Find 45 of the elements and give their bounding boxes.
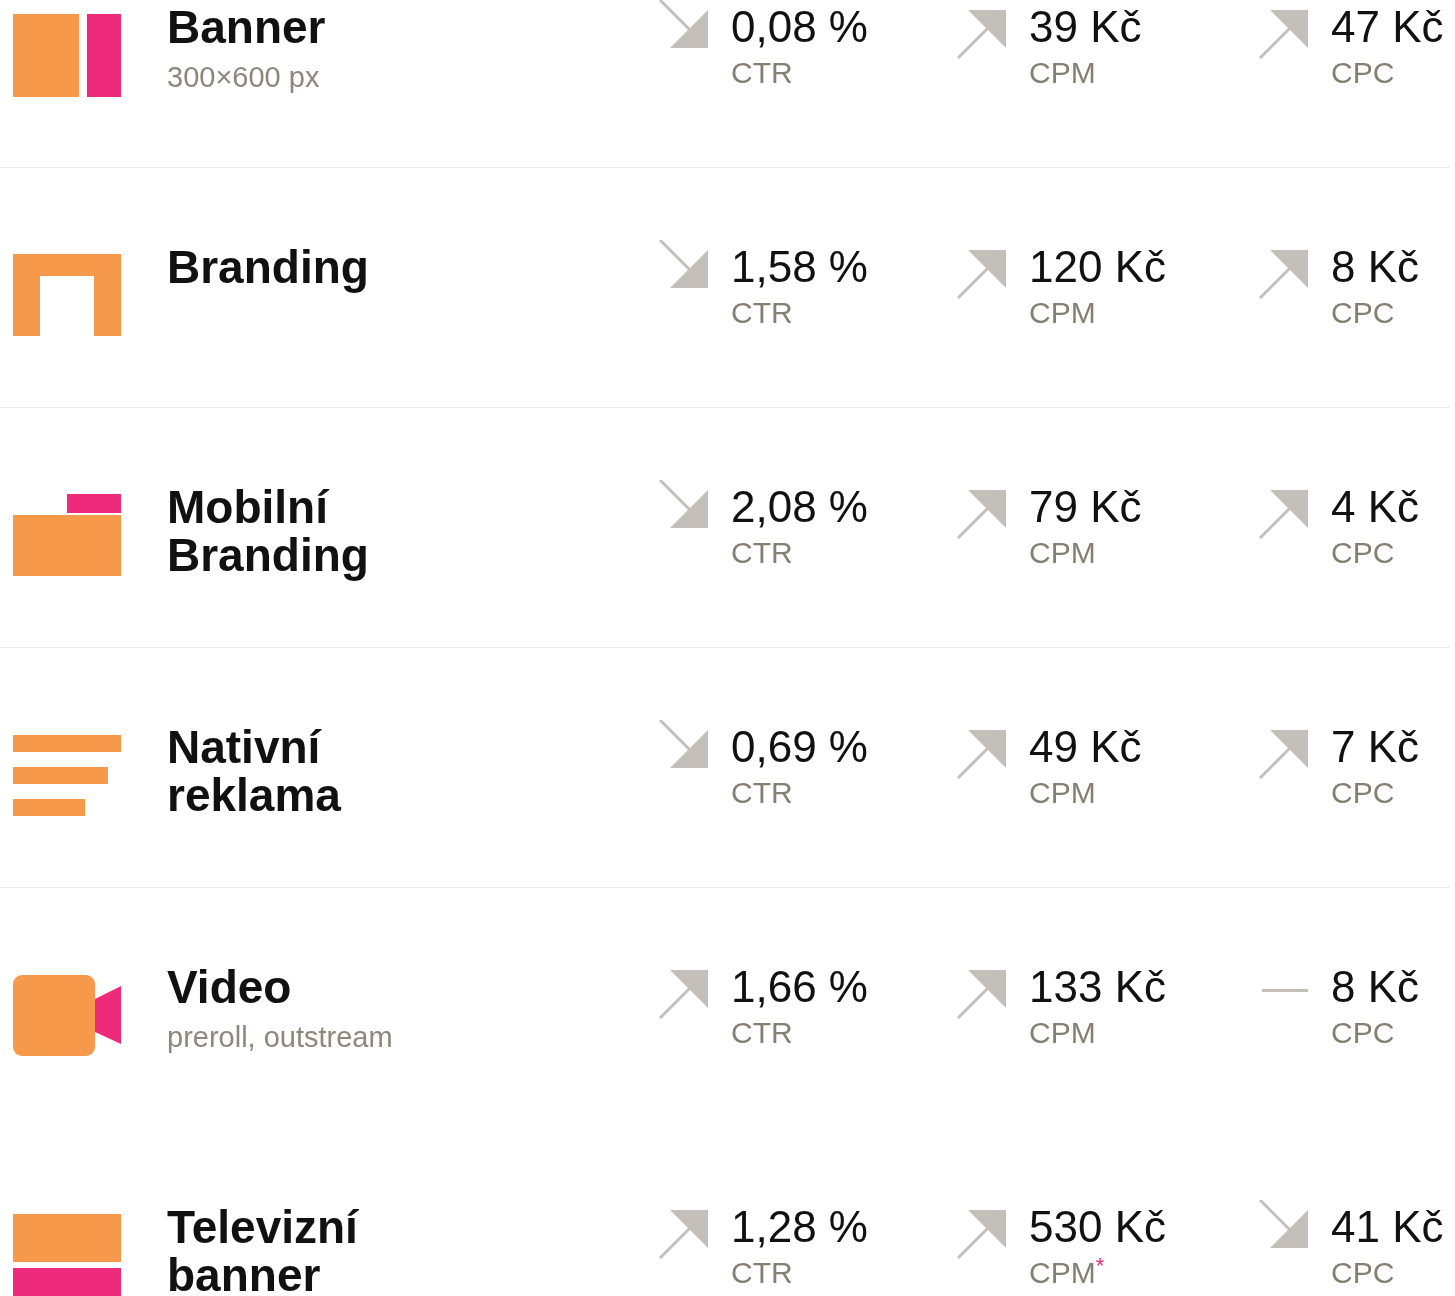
metric-value: 47 Kč	[1331, 3, 1444, 51]
footnote-mark: *	[1095, 1255, 1105, 1277]
ad-format-subtitle: preroll, outstream	[167, 1020, 393, 1055]
metric-value: 1,28 %	[731, 1203, 868, 1251]
metric-value: 49 Kč	[1029, 723, 1142, 771]
metric-value: 39 Kč	[1029, 3, 1142, 51]
metric-value: 530 Kč	[1029, 1203, 1166, 1251]
metric-value: 133 Kč	[1029, 963, 1166, 1011]
ad-format-title: Video	[167, 963, 292, 1011]
metric-value: 0,69 %	[731, 723, 868, 771]
metric-label: CPC	[1331, 775, 1395, 811]
metric-value: 8 Kč	[1331, 243, 1420, 291]
metric-label: CPM	[1029, 535, 1096, 571]
metric-label: CTR	[731, 1015, 793, 1051]
ad-format-subtitle: 300×600 px	[167, 60, 320, 95]
metric-value: 1,58 %	[731, 243, 868, 291]
metric-label: CPC	[1331, 55, 1395, 91]
metric-label: CPM	[1029, 1255, 1096, 1291]
metric-label: CPC	[1331, 1015, 1395, 1051]
metric-label: CPC	[1331, 295, 1395, 331]
metric-label: CPM	[1029, 295, 1096, 331]
metric-value: 7 Kč	[1331, 723, 1420, 771]
metric-label: CTR	[731, 535, 793, 571]
metric-value: 41 Kč	[1331, 1203, 1444, 1251]
metric-value: 0,08 %	[731, 3, 868, 51]
metric-label: CPM	[1029, 775, 1096, 811]
metric-label: CPC	[1331, 535, 1395, 571]
metric-value: 1,66 %	[731, 963, 868, 1011]
metric-value: 2,08 %	[731, 483, 868, 531]
metric-value: 79 Kč	[1029, 483, 1142, 531]
ad-format-title: Nativní reklama	[167, 723, 342, 819]
ad-format-title: Banner	[167, 3, 326, 51]
metric-value: 120 Kč	[1029, 243, 1166, 291]
ad-format-title: Mobilní Branding	[167, 483, 370, 579]
metric-label: CPM	[1029, 1015, 1096, 1051]
metric-value: 8 Kč	[1331, 963, 1420, 1011]
ad-format-title: Branding	[167, 243, 369, 291]
metric-label: CTR	[731, 295, 793, 331]
metric-label: CTR	[731, 55, 793, 91]
metric-label: CPM	[1029, 55, 1096, 91]
metric-label: CTR	[731, 1255, 793, 1291]
metric-value: 4 Kč	[1331, 483, 1420, 531]
metric-label: CTR	[731, 775, 793, 811]
metric-label: CPC	[1331, 1255, 1395, 1291]
ad-format-title: Televizní banner	[167, 1203, 360, 1296]
